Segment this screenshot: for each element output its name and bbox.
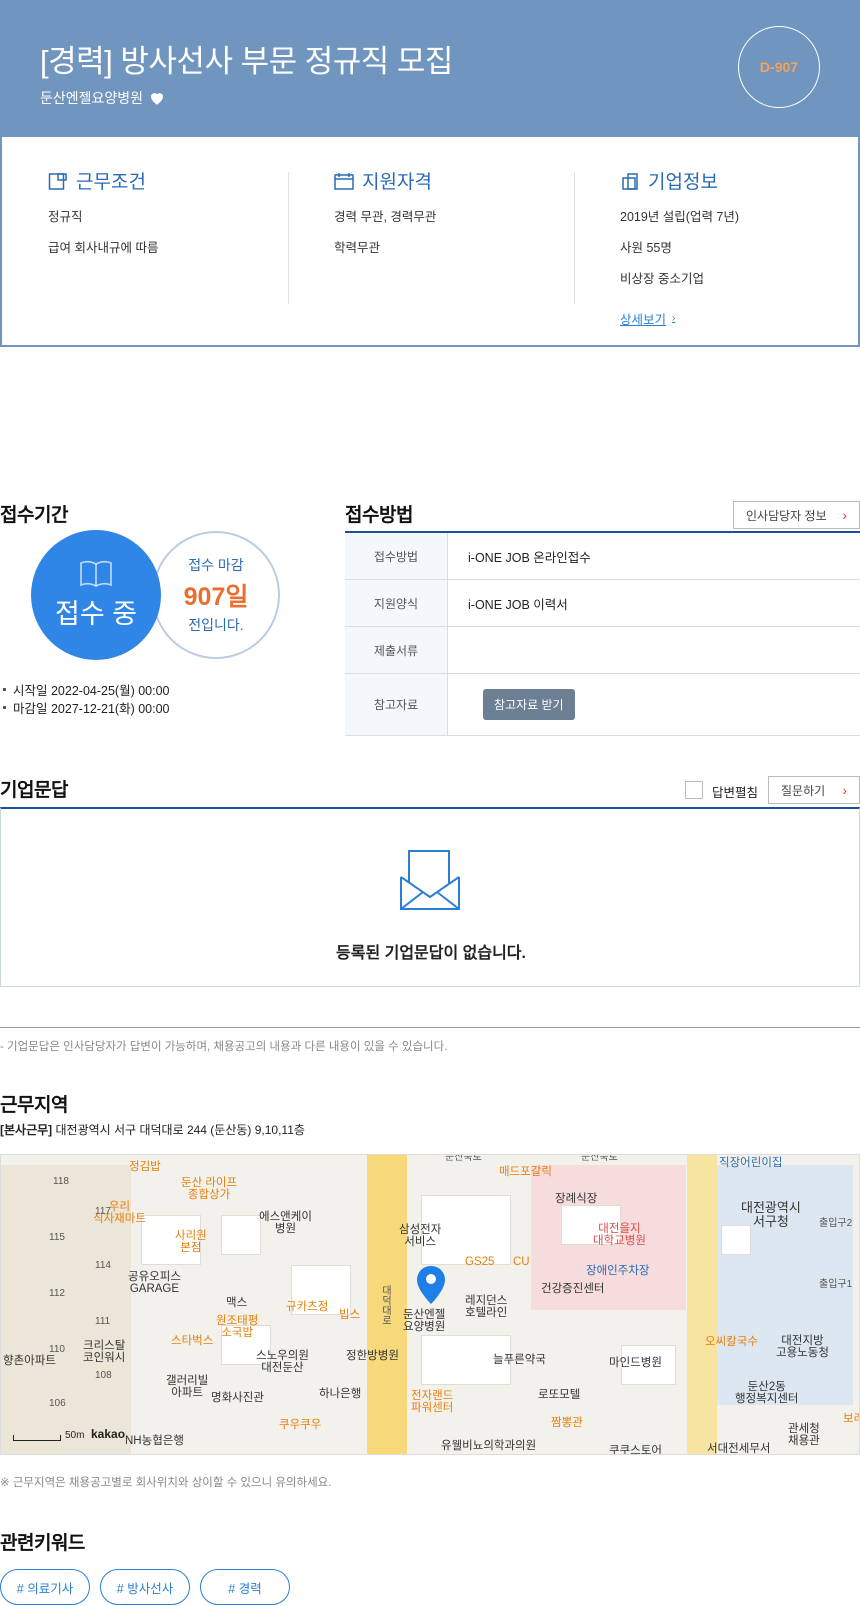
founded: 2019년 설립(업력 7년) — [620, 210, 740, 224]
education: 학력무관 — [334, 241, 381, 255]
download-reference-button[interactable]: 참고자료 받기 — [483, 689, 575, 720]
map-brand-logo: kakao — [91, 1427, 126, 1441]
company-type: 비상장 중소기업 — [620, 272, 704, 286]
hr-info-button[interactable]: 인사담당자 정보 › — [733, 501, 860, 529]
heart-icon[interactable] — [148, 89, 166, 107]
divider — [288, 172, 289, 304]
table-row: 접수방법 i-ONE JOB 온라인접수 — [345, 533, 860, 580]
keyword-tag[interactable]: # 경력 — [200, 1569, 290, 1605]
work-conditions: 근무조건 정규직 급여 회사내규에 따름 — [48, 167, 298, 268]
location-map[interactable]: 둔산엔젤 요양병원 삼성전자 서비스 에스앤케이 병원 둔산 라이프 종합상가 대전을지… — [0, 1154, 860, 1455]
deadline-circle: 접수 마감 907일 전입니다. — [152, 531, 280, 659]
company-name-row: 둔산엔젤요양병원 — [40, 88, 166, 108]
method-table: 접수방법 i-ONE JOB 온라인접수 지원양식 i-ONE JOB 이력서 제출… — [345, 531, 860, 736]
keyword-tag[interactable]: # 방사선사 — [100, 1569, 190, 1605]
qa-title: 기업문답 — [0, 780, 68, 801]
salary: 급여 회사내규에 따름 — [48, 241, 159, 255]
status-text: 접수 중 — [54, 598, 138, 629]
table-row: 지원양식 i-ONE JOB 이력서 — [345, 580, 860, 627]
road — [687, 1155, 717, 1454]
map-scale: 50m — [65, 1430, 85, 1441]
divider — [574, 172, 575, 304]
company-info: 기업정보 2019년 설립(업력 7년) 사원 55명 비상장 중소기업 상세보… — [620, 167, 860, 329]
job-summary-box: 근무조건 정규직 급여 회사내규에 따름 지원자격 경력 무관, 경력무관 학력… — [0, 137, 860, 347]
dday-badge: D-907 — [738, 26, 820, 108]
company-detail-link[interactable]: 상세보기 › — [620, 309, 675, 328]
company-info-title: 기업정보 — [648, 172, 718, 193]
start-date: 시작일 2022-04-25(월) 00:00 — [0, 680, 170, 699]
keyword-tag[interactable]: # 의료기사 — [0, 1569, 90, 1605]
qa-note: - 기업문답은 인사담당자가 답변이 가능하며, 채용공고의 내용과 다른 내용… — [0, 1041, 448, 1053]
office-tag: [본사근무] — [0, 1123, 53, 1137]
calendar-icon — [334, 172, 354, 190]
location-note: ※ 근무지역은 채용공고별로 회사위치와 상이할 수 있으니 유의하세요. — [0, 1477, 332, 1489]
chevron-right-icon: › — [842, 782, 847, 798]
experience: 경력 무관, 경력무관 — [334, 210, 437, 224]
company-name[interactable]: 둔산엔젤요양병원 — [40, 88, 143, 108]
map-scale-bar — [13, 1435, 61, 1441]
address: 대전광역시 서구 대덕대로 244 (둔산동) 9,10,11층 — [55, 1123, 305, 1137]
location-pin-icon — [417, 1266, 445, 1304]
employees: 사원 55명 — [620, 241, 672, 255]
door-icon — [48, 172, 67, 190]
job-header: [경력] 방사선사 부문 정규직 모집 둔산엔젤요양병원 D-907 — [0, 0, 860, 137]
keywords-title: 관련키워드 — [0, 1533, 85, 1554]
divider — [0, 1027, 860, 1028]
qa-empty-box: 등록된 기업문답이 없습니다. — [0, 807, 860, 987]
deadline-suffix: 전입니다. — [188, 617, 244, 633]
qualifications-title: 지원자격 — [362, 172, 432, 193]
location-title: 근무지역 — [0, 1095, 68, 1116]
table-row: 제출서류 — [345, 627, 860, 674]
map-label-angel: 둔산엔젤 요양병원 — [403, 1309, 446, 1334]
envelope-icon — [400, 850, 460, 910]
job-title: [경력] 방사선사 부문 정규직 모집 — [40, 44, 453, 79]
status-circle: 접수 중 — [31, 530, 161, 660]
work-conditions-title: 근무조건 — [76, 172, 146, 193]
expand-answers-label[interactable]: 답변펼침 — [712, 782, 758, 801]
qa-empty-message: 등록된 기업문답이 없습니다. — [336, 945, 526, 962]
end-date: 마감일 2027-12-21(화) 00:00 — [0, 698, 170, 717]
table-row: 참고자료 참고자료 받기 — [345, 674, 860, 736]
period-title: 접수기간 — [0, 505, 68, 526]
address-row: [본사근무] 대전광역시 서구 대덕대로 244 (둔산동) 9,10,11층 — [0, 1121, 305, 1138]
chevron-right-icon: › — [842, 507, 847, 523]
ask-question-button[interactable]: 질문하기 › — [768, 776, 860, 804]
method-title: 접수방법 — [345, 505, 413, 526]
expand-answers-checkbox[interactable] — [685, 781, 703, 799]
deadline-label: 접수 마감 — [188, 557, 244, 573]
work-type: 정규직 — [48, 210, 83, 224]
qualifications: 지원자격 경력 무관, 경력무관 학력무관 — [334, 167, 584, 268]
deadline-days: 907일 — [183, 583, 249, 611]
book-icon — [80, 560, 112, 587]
building-icon — [622, 172, 638, 190]
